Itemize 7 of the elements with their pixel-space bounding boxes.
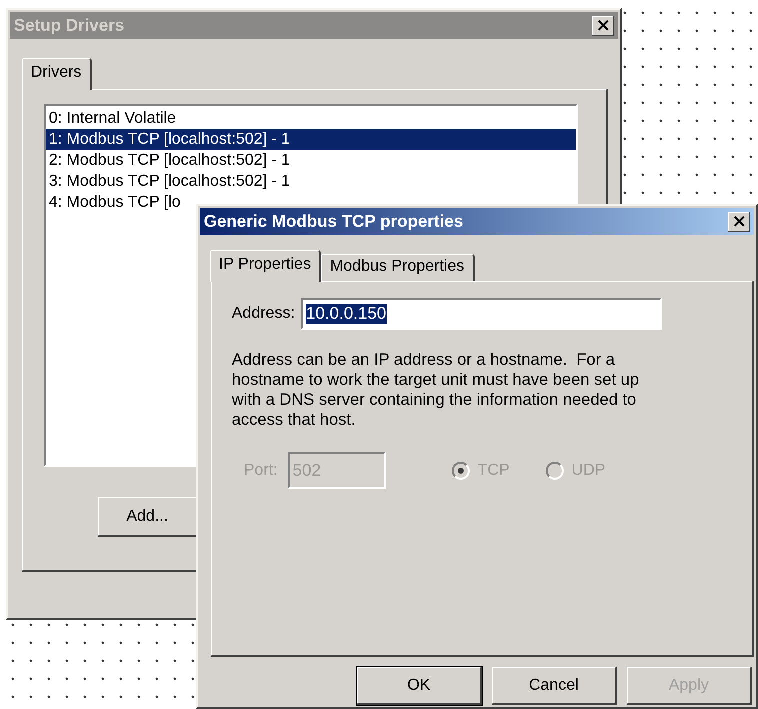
field-label: Address: [232, 305, 296, 323]
help-text: Address can be an IP address or a hostname. For a hostname to work the target unit must have been set up with a DNS server containing the information needed to access that host. [232, 350, 640, 430]
window-title: Setup Drivers [14, 16, 125, 36]
field-label: Port: [244, 462, 278, 480]
radio-label: UDP [572, 462, 606, 480]
window-title: Generic Modbus TCP properties [204, 212, 464, 232]
radio-label: TCP [478, 462, 510, 480]
